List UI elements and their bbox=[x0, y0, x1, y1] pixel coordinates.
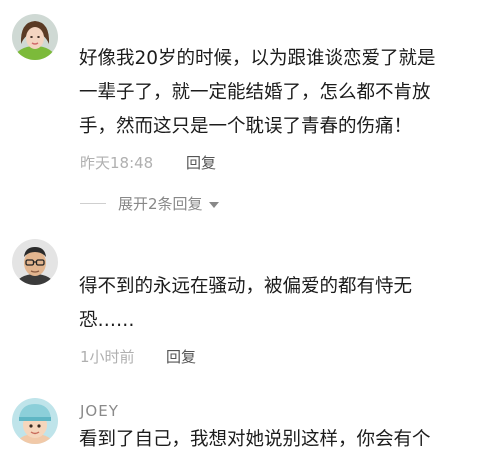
comment-2-line-2: 恐…… bbox=[79, 310, 135, 331]
chevron-down-icon bbox=[208, 201, 219, 208]
avatar-comment-1[interactable] bbox=[12, 14, 58, 60]
comment-1-time: 昨天18:48 bbox=[80, 154, 154, 172]
comment-2-time: 1小时前 bbox=[80, 348, 135, 366]
comment-2-text: 得不到的永远在骚动，被偏爱的都有恃无 恐…… bbox=[79, 270, 489, 338]
comment-1-reply-button[interactable]: 回复 bbox=[186, 152, 216, 173]
user-avatar-icon bbox=[12, 14, 58, 60]
comment-1-line-2: 一辈子了，就一定能结婚了，怎么都不肯放 bbox=[79, 82, 431, 103]
comment-2-meta: 1小时前 bbox=[80, 346, 135, 367]
comment-1-line-3: 手，然而这只是一个耽误了青春的伤痛！ bbox=[79, 116, 413, 137]
user-avatar-icon bbox=[12, 239, 58, 285]
comment-1-meta: 昨天18:48 bbox=[80, 152, 153, 173]
comment-3-username[interactable]: JOEY bbox=[80, 402, 119, 420]
comment-3-line-1: 看到了自己，我想对她说别这样，你会有个 bbox=[79, 429, 431, 450]
avatar-comment-3[interactable] bbox=[12, 398, 58, 444]
comment-1-line-1: 好像我20岁的时候，以为跟谁谈恋爱了就是 bbox=[79, 48, 436, 69]
avatar-comment-2[interactable] bbox=[12, 239, 58, 285]
comment-2-line-1: 得不到的永远在骚动，被偏爱的都有恃无 bbox=[79, 276, 413, 297]
comment-3-text: 看到了自己，我想对她说别这样，你会有个 bbox=[79, 423, 499, 457]
comment-2-reply-button[interactable]: 回复 bbox=[166, 346, 196, 367]
user-avatar-icon bbox=[12, 398, 58, 444]
expand-divider bbox=[80, 203, 106, 204]
comment-1-text: 好像我20岁的时候，以为跟谁谈恋爱了就是 一辈子了，就一定能结婚了，怎么都不肯放… bbox=[79, 42, 489, 144]
expand-replies-label: 展开2条回复 bbox=[118, 195, 203, 213]
expand-replies-button[interactable]: 展开2条回复 bbox=[80, 193, 219, 214]
